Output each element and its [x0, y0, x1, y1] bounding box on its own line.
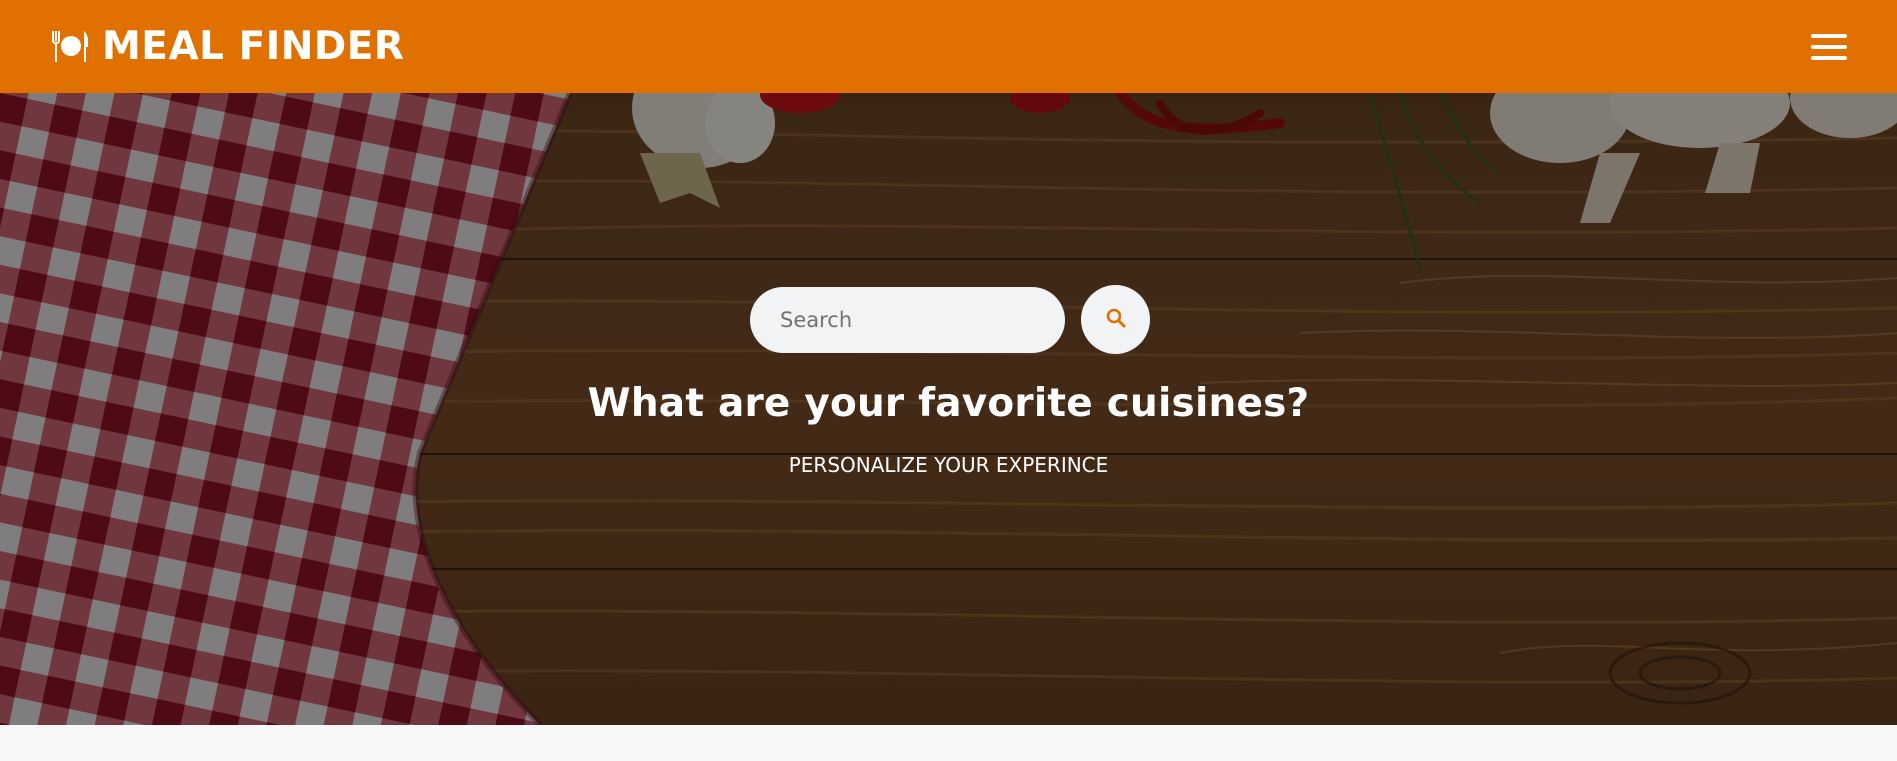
hamburger-line — [1811, 33, 1847, 38]
hamburger-menu-icon[interactable] — [1809, 31, 1849, 63]
search-icon — [1105, 307, 1127, 332]
hero-title: What are your favorite cuisines? — [587, 381, 1310, 426]
navbar: MEAL FINDER — [0, 0, 1897, 93]
search-form — [750, 285, 1150, 354]
hamburger-line — [1811, 44, 1847, 49]
search-button[interactable] — [1081, 285, 1150, 354]
brand-link[interactable]: MEAL FINDER — [50, 24, 404, 69]
hero-content: What are your favorite cuisines? PERSONA… — [0, 93, 1897, 725]
hero-subtitle: PERSONALIZE YOUR EXPERINCE — [788, 453, 1109, 477]
plate-fork-knife-icon — [50, 29, 90, 65]
search-input[interactable] — [750, 286, 1065, 353]
hero-section: What are your favorite cuisines? PERSONA… — [0, 93, 1897, 725]
hamburger-line — [1811, 55, 1847, 60]
brand-title: MEAL FINDER — [102, 24, 405, 69]
